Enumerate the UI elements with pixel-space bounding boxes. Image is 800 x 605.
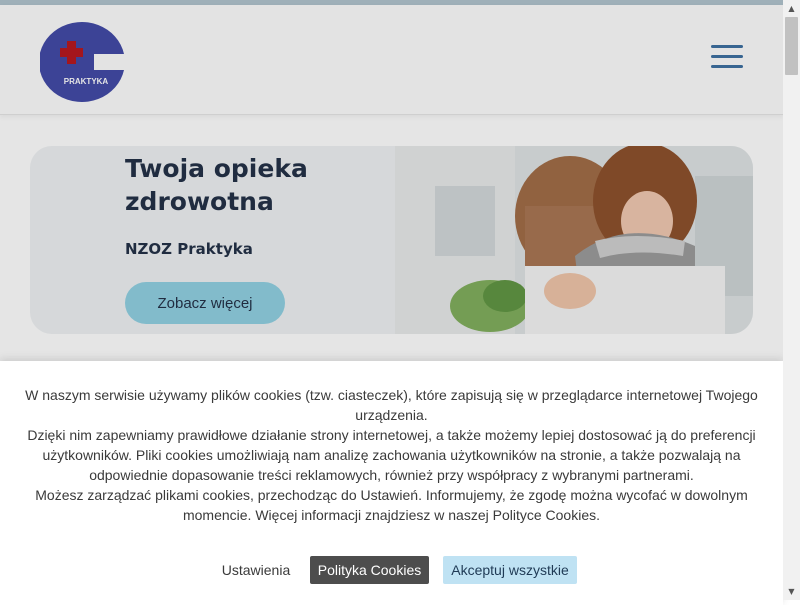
scroll-thumb[interactable] [785, 17, 798, 75]
cookie-policy-button[interactable]: Polityka Cookies [310, 556, 429, 584]
cookie-actions: Ustawienia Polityka Cookies Akceptuj wsz… [0, 556, 783, 584]
page: PRAKTYKA Twoja opieka zdrowotna NZOZ Pra… [0, 5, 783, 605]
cookie-settings-button[interactable]: Ustawienia [213, 556, 299, 584]
cookie-banner: W naszym serwisie używamy plików cookies… [0, 361, 783, 605]
scroll-down-icon[interactable]: ▼ [783, 583, 800, 600]
vertical-scrollbar[interactable]: ▲ ▼ [783, 0, 800, 600]
accept-all-button[interactable]: Akceptuj wszystkie [443, 556, 577, 584]
cookie-paragraph: Możesz zarządzać plikami cookies, przech… [35, 487, 748, 523]
dim-overlay [0, 5, 783, 361]
cookie-paragraph: Dzięki nim zapewniamy prawidłowe działan… [27, 427, 756, 483]
scroll-up-icon[interactable]: ▲ [783, 0, 800, 17]
cookie-message: W naszym serwisie używamy plików cookies… [25, 385, 758, 525]
cookie-paragraph: W naszym serwisie używamy plików cookies… [25, 387, 758, 423]
